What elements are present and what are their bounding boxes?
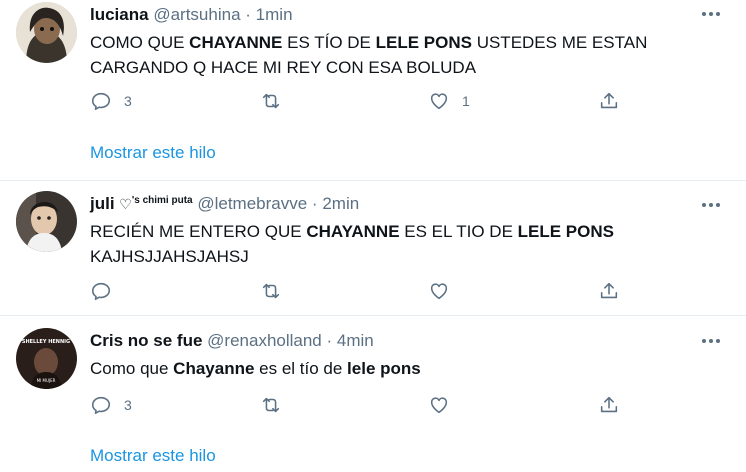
tweet-juli[interactable]: juli ♡'s chimi puta @letmebravve · 2min … <box>0 181 746 315</box>
tweet-text-segment: RECIÉN ME ENTERO QUE <box>90 222 307 241</box>
display-name[interactable]: juli <box>90 194 115 213</box>
avatar-image: SHELLEY HENNIG MI MUJER <box>16 328 77 389</box>
heart-icon <box>430 397 448 414</box>
retweet-icon <box>262 283 280 299</box>
tweet-text-bold: LELE PONS <box>375 33 472 52</box>
avatar[interactable] <box>16 2 77 63</box>
like-count: 1 <box>462 93 470 109</box>
reply-count: 3 <box>124 397 132 413</box>
share-icon <box>600 396 618 413</box>
reply-button[interactable]: 3 <box>90 89 132 113</box>
heart-icon <box>430 93 448 110</box>
more-icon[interactable] <box>702 8 726 20</box>
heart-emoji: ♡ <box>119 196 132 212</box>
avatar[interactable] <box>16 191 77 252</box>
heart-icon <box>430 283 448 300</box>
user-handle[interactable]: @artsuhina <box>153 5 240 24</box>
retweet-icon <box>262 397 280 413</box>
tweet-text-segment: ES TÍO DE <box>282 33 376 52</box>
share-icon <box>600 282 618 299</box>
tweet-text: COMO QUE CHAYANNE ES TÍO DE LELE PONS US… <box>90 30 730 80</box>
tweet-actions: 3 1 <box>90 89 740 113</box>
tweet-header: Cris no se fue @renaxholland · 4min <box>90 330 374 352</box>
tweet-header: luciana @artsuhina · 1min <box>90 4 293 26</box>
retweet-button[interactable] <box>260 393 282 417</box>
tweet-text-segment: KAJHSJJAHSJAHSJ <box>90 247 249 266</box>
tweet-luciana[interactable]: luciana @artsuhina · 1min COMO QUE CHAYA… <box>0 0 746 180</box>
tweet-text: Como que Chayanne es el tío de lele pons <box>90 356 730 381</box>
like-button[interactable]: 1 <box>428 89 470 113</box>
more-icon[interactable] <box>702 335 726 347</box>
separator: · <box>245 5 251 24</box>
reply-button[interactable]: 3 <box>90 393 132 417</box>
display-name-suffix: 's chimi puta <box>131 195 193 206</box>
separator: · <box>311 194 318 213</box>
timestamp[interactable]: 2min <box>322 194 359 213</box>
display-name[interactable]: Cris no se fue <box>90 331 202 350</box>
tweet-header: juli ♡'s chimi puta @letmebravve · 2min <box>90 193 359 218</box>
show-thread-link[interactable]: Mostrar este hilo <box>90 446 216 466</box>
tweet-text-bold: CHAYANNE <box>189 33 283 52</box>
share-button[interactable] <box>598 393 620 417</box>
tweet-text-segment: ES EL TIO DE <box>399 222 518 241</box>
avatar-caption-bottom: MI MUJER <box>37 378 56 383</box>
tweet-text-bold: CHAYANNE <box>306 222 400 241</box>
more-icon[interactable] <box>702 199 726 211</box>
avatar[interactable]: SHELLEY HENNIG MI MUJER <box>16 328 77 389</box>
reply-icon <box>91 396 111 415</box>
retweet-button[interactable] <box>260 89 282 113</box>
tweet-text: RECIÉN ME ENTERO QUE CHAYANNE ES EL TIO … <box>90 219 730 269</box>
like-button[interactable] <box>428 279 450 303</box>
tweet-text-segment: COMO QUE <box>90 33 190 52</box>
user-handle[interactable]: @letmebravve <box>197 194 307 213</box>
share-button[interactable] <box>598 279 620 303</box>
tweet-text-segment: Como que <box>90 359 174 378</box>
tweet-text-bold: LELE PONS <box>517 222 614 241</box>
like-button[interactable] <box>428 393 450 417</box>
reply-icon <box>91 92 111 111</box>
tweet-text-segment: es el tío de <box>254 359 348 378</box>
user-handle[interactable]: @renaxholland <box>207 331 322 350</box>
avatar-caption-top: SHELLEY HENNIG <box>22 339 70 345</box>
reply-button[interactable] <box>90 279 112 303</box>
tweet-text-bold: lele pons <box>347 359 421 378</box>
tweet-cris[interactable]: SHELLEY HENNIG MI MUJER Cris no se fue @… <box>0 316 746 472</box>
reply-count: 3 <box>124 93 132 109</box>
retweet-icon <box>262 93 280 109</box>
share-button[interactable] <box>598 89 620 113</box>
retweet-button[interactable] <box>260 279 282 303</box>
avatar-image <box>16 191 77 252</box>
display-name[interactable]: luciana <box>90 5 149 24</box>
reply-icon <box>91 282 111 301</box>
share-icon <box>600 92 618 109</box>
tweet-actions <box>90 279 740 303</box>
avatar-image <box>16 2 77 63</box>
timestamp[interactable]: 4min <box>337 331 374 350</box>
tweet-actions: 3 <box>90 393 740 417</box>
show-thread-link[interactable]: Mostrar este hilo <box>90 143 216 163</box>
tweet-text-bold: Chayanne <box>173 359 255 378</box>
timestamp[interactable]: 1min <box>256 5 293 24</box>
separator: · <box>326 331 333 350</box>
